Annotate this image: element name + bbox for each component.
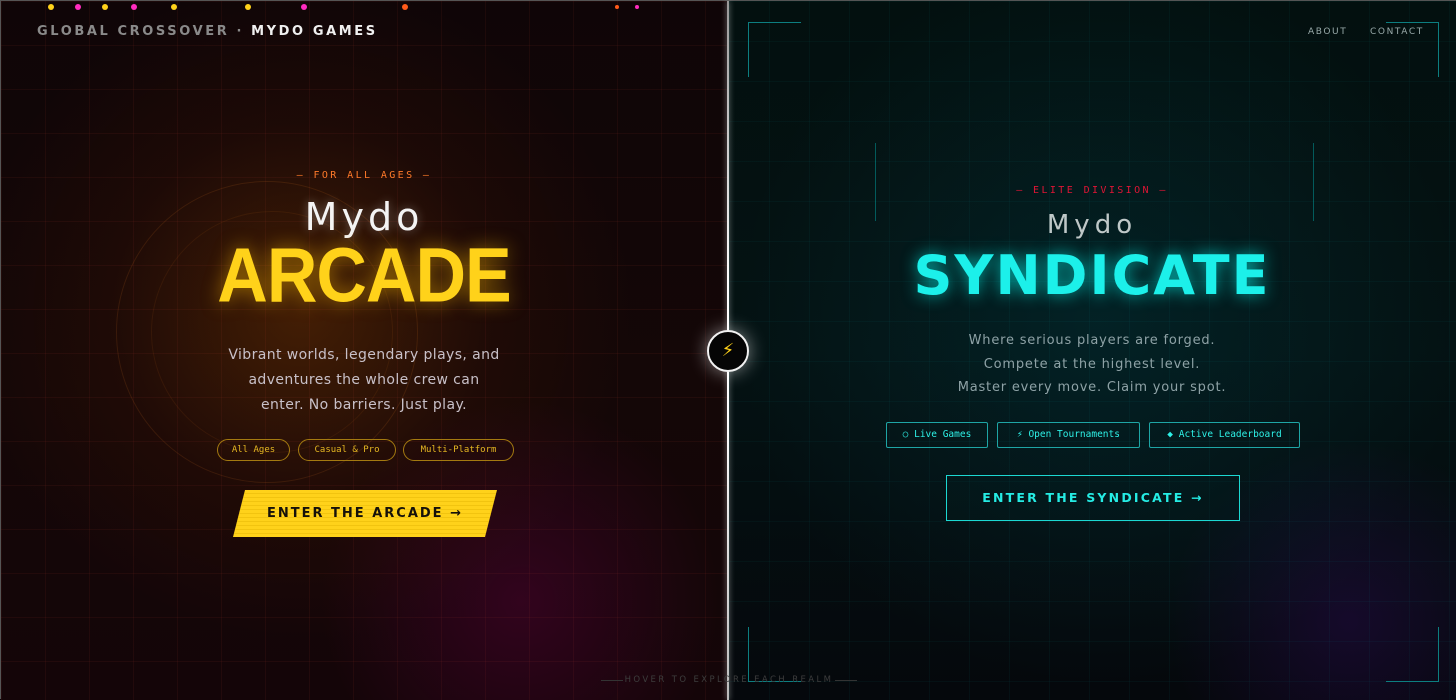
confetti-dot: [48, 4, 54, 10]
brand-name: MYDO GAMES: [251, 24, 378, 39]
nav-about-link[interactable]: ABOUT: [1308, 27, 1347, 37]
syndicate-description-line: Where serious players are forged.: [968, 333, 1216, 348]
enter-arcade-button[interactable]: ENTER THE ARCADE →: [233, 490, 497, 537]
arcade-pill-multi-platform: Multi-Platform: [403, 439, 514, 461]
explore-hint: HOVER TO EXPLORE EACH REALM: [624, 675, 834, 685]
syndicate-pill-live-games: ○ Live Games: [886, 422, 988, 448]
corner-bracket-bottom-right: [1386, 627, 1439, 682]
arcade-pill-all-ages: All Ages: [217, 439, 290, 461]
nav-contact-link[interactable]: CONTACT: [1370, 27, 1424, 37]
confetti-dot: [245, 4, 251, 10]
syndicate-pill-active-leaderboard: ◆ Active Leaderboard: [1149, 422, 1300, 448]
lightning-bolt-icon[interactable]: ⚡: [707, 330, 749, 372]
arcade-tagline: — FOR ALL AGES —: [296, 170, 432, 181]
brand-prefix: GLOBAL CROSSOVER ·: [37, 24, 252, 39]
syndicate-title: SYNDICATE: [913, 244, 1271, 307]
arcade-description-line: Vibrant worlds, legendary plays, and: [228, 347, 500, 363]
arcade-description: Vibrant worlds, legendary plays, and adv…: [201, 343, 527, 418]
hint-line-right: [835, 680, 857, 681]
confetti-dot: [635, 5, 639, 9]
confetti-dot: [402, 4, 408, 10]
syndicate-description-line: Master every move. Claim your spot.: [957, 380, 1227, 395]
confetti-dot: [171, 4, 177, 10]
confetti-dot: [102, 4, 108, 10]
arcade-description-line: adventures the whole crew can: [248, 372, 480, 388]
syndicate-description: Where serious players are forged. Compet…: [922, 329, 1262, 400]
scan-line-right: [1313, 143, 1314, 221]
brand-logo[interactable]: GLOBAL CROSSOVER · MYDO GAMES: [37, 24, 378, 39]
corner-bracket-top-left: [748, 22, 801, 77]
syndicate-mydo-heading: Mydo: [1046, 210, 1138, 240]
confetti-dot: [131, 4, 137, 10]
arcade-pill-casual-pro: Casual & Pro: [298, 439, 396, 461]
scan-line-left: [875, 143, 876, 221]
syndicate-pill-open-tournaments: ⚡ Open Tournaments: [997, 422, 1140, 448]
confetti-dot: [75, 4, 81, 10]
enter-syndicate-button[interactable]: ENTER THE SYNDICATE →: [946, 475, 1240, 521]
confetti-dot: [301, 4, 307, 10]
corner-bracket-bottom-left: [748, 627, 801, 682]
confetti-dot: [615, 5, 619, 9]
syndicate-tagline: — ELITE DIVISION —: [1016, 185, 1168, 196]
syndicate-description-line: Compete at the highest level.: [983, 356, 1201, 372]
arcade-title: ARCADE: [217, 232, 511, 318]
arcade-description-line: enter. No barriers. Just play.: [261, 397, 467, 413]
